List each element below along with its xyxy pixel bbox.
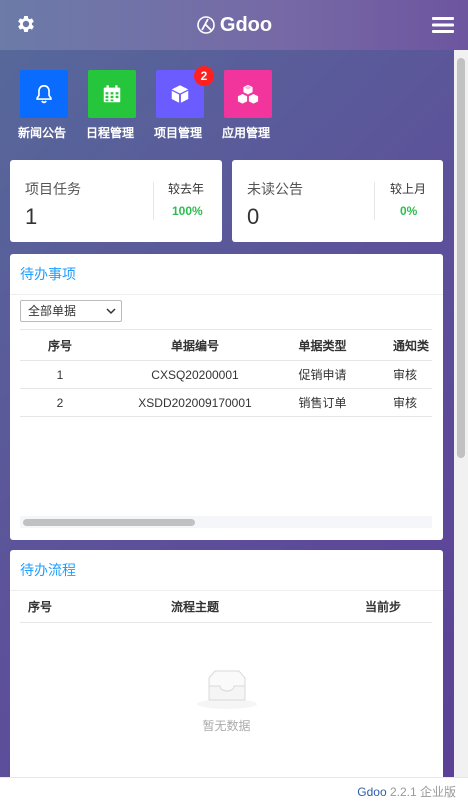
stat-value: 1 xyxy=(25,204,38,229)
table-cell: 销售订单 xyxy=(298,396,347,410)
app-applications[interactable]: 应用管理 xyxy=(222,70,290,141)
table-cell: 促销申请 xyxy=(298,368,347,382)
column-header[interactable]: 流程主题 xyxy=(60,598,330,615)
stat-card-project-tasks[interactable]: 项目任务 1 较去年 100% xyxy=(10,160,222,242)
app-tile[interactable] xyxy=(20,70,68,118)
table-cell: 2 xyxy=(56,395,64,410)
app-tile[interactable] xyxy=(88,70,136,118)
todo-card: 待办事项 全部单据 序号 单据编号 单据类型 通知类 1 CXSQ2020000… xyxy=(10,254,443,540)
todo-table: 序号 单据编号 单据类型 通知类 1 CXSQ20200001 促销申请 审核 … xyxy=(20,329,432,417)
brand: Gdoo xyxy=(196,14,272,37)
app-news[interactable]: 新闻公告 xyxy=(18,70,86,141)
app-label: 应用管理 xyxy=(222,126,271,140)
table-cell: CXSQ20200001 xyxy=(151,367,239,382)
column-header[interactable]: 序号 xyxy=(20,598,60,615)
stat-compare-label: 较去年 xyxy=(168,182,205,196)
empty-state: 暂无数据 xyxy=(10,668,443,734)
bell-icon xyxy=(36,84,52,104)
stat-title: 未读公告 xyxy=(247,181,303,197)
column-header[interactable]: 当前步 xyxy=(330,598,430,615)
table-row[interactable]: 2 XSDD202009170001 销售订单 审核 xyxy=(20,389,432,417)
table-cell: XSDD202009170001 xyxy=(138,395,252,410)
empty-inbox-icon xyxy=(196,670,257,709)
stat-divider xyxy=(153,182,154,220)
calendar-icon xyxy=(103,85,121,103)
cube-icon xyxy=(171,85,189,103)
footer: Gdoo 2.2.1 企业版 xyxy=(0,777,468,809)
workflow-card: 待办流程 序号 流程主题 当前步 暂无数据 xyxy=(10,550,443,777)
column-header[interactable]: 序号 xyxy=(20,337,100,354)
table-header-row: 序号 流程主题 当前步 xyxy=(20,591,432,623)
stat-percent: 100% xyxy=(172,204,203,218)
stat-divider xyxy=(374,182,375,220)
notification-badge: 2 xyxy=(194,66,214,86)
document-filter-value: 全部单据 xyxy=(28,304,77,318)
chevron-down-icon xyxy=(106,308,116,315)
hamburger-menu-icon[interactable] xyxy=(432,16,454,34)
app-label: 新闻公告 xyxy=(18,126,67,140)
table-horizontal-scrollbar[interactable] xyxy=(20,516,432,528)
stat-percent: 0% xyxy=(400,204,418,218)
table-header-row: 序号 单据编号 单据类型 通知类 xyxy=(20,329,432,361)
app-schedule[interactable]: 日程管理 xyxy=(86,70,154,141)
table-cell: 审核 xyxy=(393,396,418,410)
workflow-table: 序号 流程主题 当前步 xyxy=(20,591,432,623)
table-scrollbar-thumb[interactable] xyxy=(23,519,195,526)
footer-version: 2.2.1 企业版 xyxy=(389,785,456,799)
workflow-card-title: 待办流程 xyxy=(10,550,443,591)
gear-icon[interactable] xyxy=(15,13,37,35)
empty-state-text: 暂无数据 xyxy=(202,719,251,733)
page-scrollbar-thumb[interactable] xyxy=(457,58,465,458)
column-header[interactable]: 通知类 xyxy=(370,337,432,354)
stat-value: 0 xyxy=(247,204,260,229)
stat-title: 项目任务 xyxy=(25,181,81,197)
todo-card-title: 待办事项 xyxy=(10,254,443,295)
stat-card-unread-notices[interactable]: 未读公告 0 较上月 0% xyxy=(232,160,443,242)
table-cell: 审核 xyxy=(393,368,418,382)
brand-name: Gdoo xyxy=(219,13,273,36)
table-row[interactable]: 1 CXSQ20200001 促销申请 审核 xyxy=(20,361,432,389)
app-tile[interactable] xyxy=(224,70,272,118)
app-label: 项目管理 xyxy=(154,126,203,140)
stat-compare-label: 较上月 xyxy=(390,182,427,196)
app-projects[interactable]: 2 项目管理 xyxy=(154,66,222,141)
app-shortcuts: 新闻公告 日程管理 2 项目管理 应用管理 xyxy=(18,66,290,141)
cubes-icon xyxy=(237,84,259,104)
footer-brand[interactable]: Gdoo xyxy=(357,785,386,799)
app-label: 日程管理 xyxy=(86,126,135,140)
column-header[interactable]: 单据类型 xyxy=(275,337,370,354)
document-filter-select[interactable]: 全部单据 xyxy=(20,300,122,322)
table-cell: 1 xyxy=(56,367,64,382)
column-header[interactable]: 单据编号 xyxy=(120,337,270,354)
logo-icon xyxy=(197,16,215,34)
top-bar: Gdoo xyxy=(0,0,468,50)
